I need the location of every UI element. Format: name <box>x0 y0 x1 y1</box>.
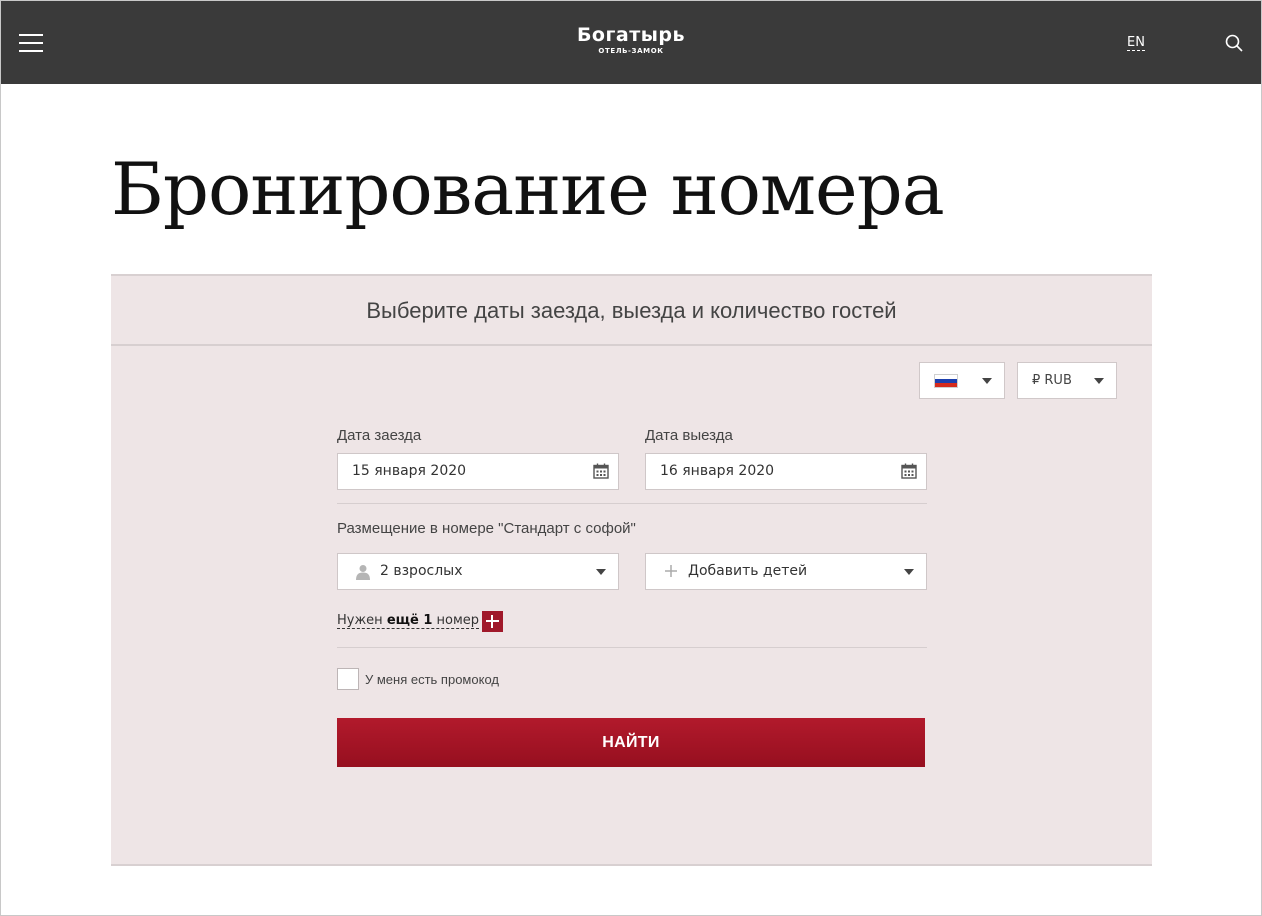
adults-value: 2 взрослых <box>380 563 463 579</box>
divider <box>337 503 927 504</box>
add-room-button[interactable] <box>482 611 503 632</box>
find-button[interactable]: НАЙТИ <box>337 718 925 767</box>
checkout-date-field[interactable]: 16 января 2020 <box>645 453 927 490</box>
checkout-date-value: 16 января 2020 <box>660 463 775 479</box>
currency-value: ₽ RUB <box>1032 373 1072 388</box>
room-label: Размещение в номере "Стандарт с софой" <box>337 520 636 537</box>
adults-select[interactable]: 2 взрослых <box>337 553 619 590</box>
checkout-label: Дата выезда <box>645 427 733 444</box>
site-header: Богатырь ОТЕЛЬ-ЗАМОК EN <box>1 1 1261 84</box>
add-room-suffix: номер <box>432 613 480 628</box>
add-room-link[interactable]: Нужен ещё 1 номер <box>337 613 480 629</box>
language-switch[interactable]: EN <box>1127 35 1145 51</box>
logo-main-text: Богатырь <box>576 24 686 46</box>
booking-panel: Выберите даты заезда, выезда и количеств… <box>111 274 1152 866</box>
chevron-down-icon <box>596 569 606 575</box>
checkin-label: Дата заезда <box>337 427 422 444</box>
chevron-down-icon <box>1094 378 1104 384</box>
person-icon <box>356 565 370 580</box>
add-room-prefix: Нужен <box>337 613 387 628</box>
logo[interactable]: Богатырь ОТЕЛЬ-ЗАМОК <box>1 23 1261 55</box>
add-room-count: ещё 1 <box>386 613 433 628</box>
children-select[interactable]: Добавить детей <box>645 553 927 590</box>
promo-checkbox[interactable] <box>337 668 359 690</box>
search-icon[interactable] <box>1225 34 1243 52</box>
plus-icon <box>665 565 677 577</box>
currency-select[interactable]: ₽ RUB <box>1017 362 1117 399</box>
language-select[interactable] <box>919 362 1005 399</box>
children-value: Добавить детей <box>688 563 808 579</box>
chevron-down-icon <box>904 569 914 575</box>
logo-sub-text: ОТЕЛЬ-ЗАМОК <box>598 47 664 55</box>
checkin-date-field[interactable]: 15 января 2020 <box>337 453 619 490</box>
booking-heading: Выберите даты заезда, выезда и количеств… <box>111 276 1152 346</box>
page-title: Бронирование номера <box>111 147 945 231</box>
russia-flag-icon <box>934 374 958 388</box>
calendar-icon <box>901 463 917 479</box>
calendar-icon <box>593 463 609 479</box>
chevron-down-icon <box>982 378 992 384</box>
divider <box>337 647 927 648</box>
promo-label: У меня есть промокод <box>365 672 499 687</box>
checkin-date-value: 15 января 2020 <box>352 463 467 479</box>
